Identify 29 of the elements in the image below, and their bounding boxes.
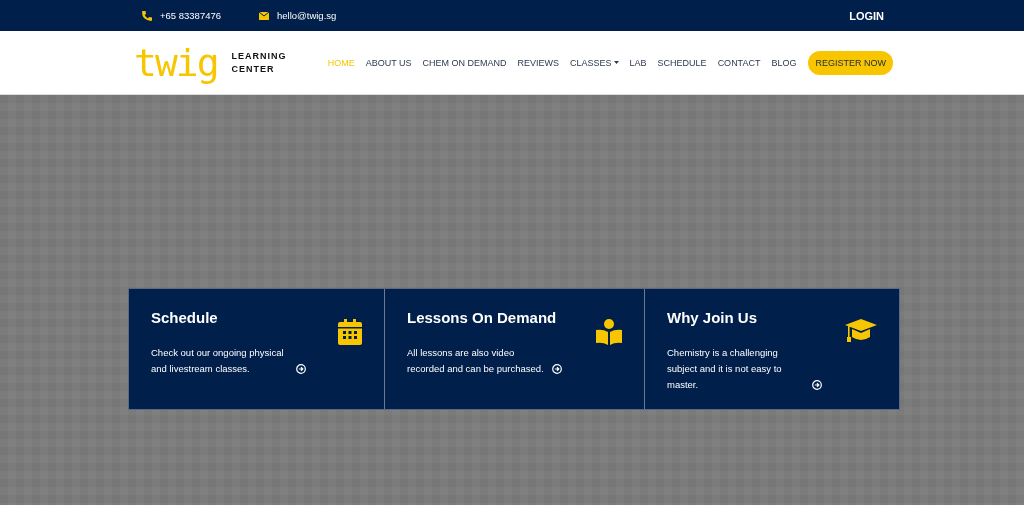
caret-icon [613, 61, 619, 64]
arrow-circle-icon[interactable] [296, 364, 306, 374]
arrow-circle-icon[interactable] [812, 380, 822, 390]
arrow-circle-icon[interactable] [552, 364, 562, 374]
card-title: Schedule [151, 309, 219, 326]
login-link[interactable]: LOGIN [849, 9, 884, 22]
nav-link[interactable]: CLASSES [570, 57, 619, 68]
phone-number: +65 83387476 [160, 10, 222, 21]
graduation-cap-icon [845, 319, 877, 343]
nav-link[interactable]: BLOG [771, 57, 797, 68]
register-button[interactable]: REGISTER NOW [808, 50, 893, 75]
logo-text: CENTER [231, 62, 276, 76]
email-address: hello@twig.sg [277, 10, 337, 21]
card-text: Chemistry is a challenging subject and it is not easy to master. [667, 346, 783, 392]
nav-link[interactable]: REVIEWS [517, 57, 560, 68]
nav-link[interactable]: CONTACT [717, 57, 761, 68]
card-title: Lessons On Demand [407, 309, 558, 326]
nav-link[interactable]: ABOUT US [365, 57, 412, 68]
calendar-icon [338, 319, 362, 345]
nav-link[interactable]: CHEM ON DEMAND [422, 57, 507, 68]
card-text: All lessons are also video recorded and can be purchased. [407, 346, 545, 376]
nav-link[interactable]: LAB [629, 57, 647, 68]
card-title: Why Join Us [667, 309, 758, 326]
envelope-icon [259, 11, 270, 20]
card-text: Check out our ongoing physical and livestream classes. [151, 346, 285, 376]
reading-person-icon [596, 319, 622, 345]
nav-link[interactable]: SCHEDULE [657, 57, 707, 68]
logo-text: LEARNING [231, 49, 287, 63]
phone-icon [142, 10, 152, 21]
